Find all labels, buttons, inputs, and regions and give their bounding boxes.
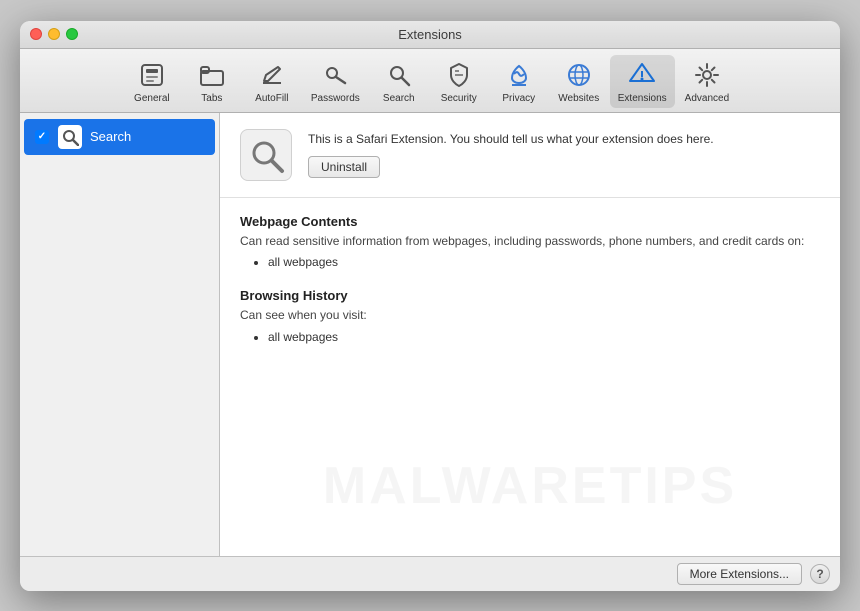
toolbar-item-websites[interactable]: Websites bbox=[550, 55, 608, 108]
advanced-label: Advanced bbox=[685, 93, 729, 104]
list-item: all webpages bbox=[268, 253, 820, 272]
toolbar-item-autofill[interactable]: AutoFill bbox=[243, 55, 301, 108]
toolbar-item-security[interactable]: Security bbox=[430, 55, 488, 108]
safari-preferences-window: Extensions General Tabs bbox=[20, 21, 840, 591]
extension-name: Search bbox=[90, 129, 131, 144]
webpage-contents-list: all webpages bbox=[240, 253, 820, 272]
search-icon bbox=[383, 59, 415, 91]
browsing-history-list: all webpages bbox=[240, 328, 820, 347]
titlebar-buttons bbox=[30, 28, 78, 40]
security-icon bbox=[443, 59, 475, 91]
more-extensions-button[interactable]: More Extensions... bbox=[677, 563, 802, 585]
privacy-icon bbox=[503, 59, 535, 91]
permission-browsing-history: Browsing History Can see when you visit:… bbox=[240, 288, 820, 347]
toolbar-item-passwords[interactable]: Passwords bbox=[303, 55, 368, 108]
watermark: MALWARETIPS bbox=[220, 456, 840, 516]
extension-description: This is a Safari Extension. You should t… bbox=[308, 131, 820, 148]
websites-icon bbox=[563, 59, 595, 91]
extension-info: This is a Safari Extension. You should t… bbox=[308, 131, 820, 178]
checkbox-checked-icon bbox=[35, 130, 49, 144]
sidebar-item-search-ext[interactable]: Search bbox=[24, 119, 215, 155]
permission-webpage-contents: Webpage Contents Can read sensitive info… bbox=[240, 214, 820, 273]
permissions-section: Webpage Contents Can read sensitive info… bbox=[220, 198, 840, 380]
tabs-icon bbox=[196, 59, 228, 91]
passwords-label: Passwords bbox=[311, 93, 360, 104]
browsing-history-title: Browsing History bbox=[240, 288, 820, 303]
advanced-icon bbox=[691, 59, 723, 91]
extension-icon bbox=[58, 125, 82, 149]
toolbar-item-general[interactable]: General bbox=[123, 55, 181, 108]
bottom-bar: More Extensions... ? bbox=[20, 556, 840, 591]
toolbar: General Tabs AutoFill bbox=[20, 49, 840, 113]
list-item: all webpages bbox=[268, 328, 820, 347]
maximize-button[interactable] bbox=[66, 28, 78, 40]
general-label: General bbox=[134, 93, 170, 104]
detail-pane: MALWARETIPS This is a Safari Extension. … bbox=[220, 113, 840, 556]
toolbar-item-privacy[interactable]: Privacy bbox=[490, 55, 548, 108]
window-title: Extensions bbox=[398, 27, 462, 42]
titlebar: Extensions bbox=[20, 21, 840, 49]
general-icon bbox=[136, 59, 168, 91]
minimize-button[interactable] bbox=[48, 28, 60, 40]
webpage-contents-desc: Can read sensitive information from webp… bbox=[240, 233, 820, 250]
security-label: Security bbox=[441, 93, 477, 104]
toolbar-item-tabs[interactable]: Tabs bbox=[183, 55, 241, 108]
autofill-label: AutoFill bbox=[255, 93, 288, 104]
main-content: Search MALWARETIPS This is a Safari Exte… bbox=[20, 113, 840, 556]
privacy-label: Privacy bbox=[502, 93, 535, 104]
websites-label: Websites bbox=[558, 93, 599, 104]
uninstall-button[interactable]: Uninstall bbox=[308, 156, 380, 178]
extension-large-icon bbox=[240, 129, 292, 181]
toolbar-item-advanced[interactable]: Advanced bbox=[677, 55, 737, 108]
search-label: Search bbox=[383, 93, 415, 104]
close-button[interactable] bbox=[30, 28, 42, 40]
tabs-label: Tabs bbox=[201, 93, 222, 104]
enabled-checkbox[interactable] bbox=[34, 129, 50, 145]
extension-header: This is a Safari Extension. You should t… bbox=[220, 113, 840, 198]
sidebar: Search bbox=[20, 113, 220, 556]
passwords-icon bbox=[319, 59, 351, 91]
extensions-icon bbox=[626, 59, 658, 91]
webpage-contents-title: Webpage Contents bbox=[240, 214, 820, 229]
browsing-history-desc: Can see when you visit: bbox=[240, 307, 820, 324]
help-button[interactable]: ? bbox=[810, 564, 830, 584]
extensions-label: Extensions bbox=[618, 93, 667, 104]
autofill-icon bbox=[256, 59, 288, 91]
toolbar-item-search[interactable]: Search bbox=[370, 55, 428, 108]
toolbar-item-extensions[interactable]: Extensions bbox=[610, 55, 675, 108]
